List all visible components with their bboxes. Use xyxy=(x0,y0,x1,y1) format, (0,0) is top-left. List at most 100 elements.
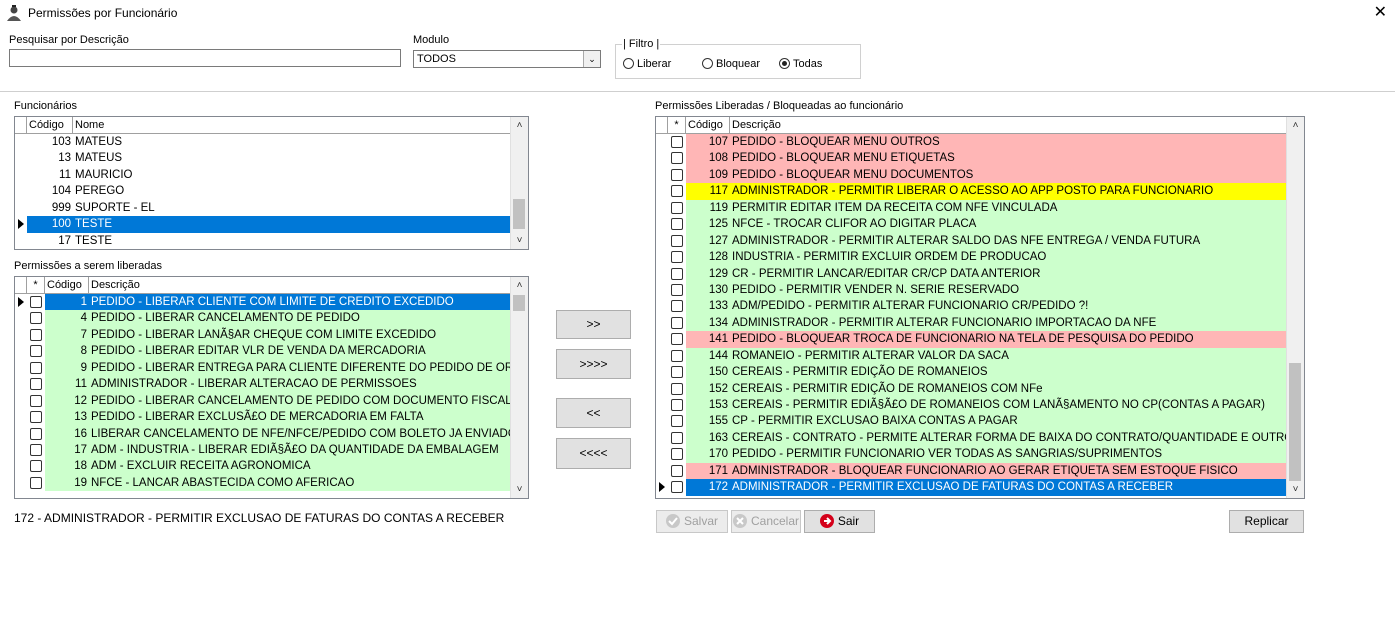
checkbox-cell[interactable] xyxy=(27,310,45,326)
checkbox-cell[interactable] xyxy=(27,294,45,310)
row-checkbox[interactable] xyxy=(30,296,42,308)
checkbox-cell[interactable] xyxy=(668,249,686,265)
table-row[interactable]: 172 ADMINISTRADOR - PERMITIR EXCLUSAO DE … xyxy=(656,479,1287,496)
checkbox-cell[interactable] xyxy=(668,364,686,380)
table-row[interactable]: 129 CR - PERMITIR LANCAR/EDITAR CR/CP DAT… xyxy=(656,265,1287,282)
row-checkbox[interactable] xyxy=(30,312,42,325)
checkbox-cell[interactable] xyxy=(668,413,686,429)
checkbox-cell[interactable] xyxy=(668,266,686,282)
save-button[interactable]: Salvar xyxy=(656,510,728,533)
table-row[interactable]: 17 ADM - INDUSTRIA - LIBERAR EDIÃ§Ã£O DA … xyxy=(15,441,511,459)
search-input[interactable] xyxy=(9,49,401,67)
row-checkbox[interactable] xyxy=(671,267,683,280)
table-row[interactable]: 170 PEDIDO - PERMITIR FUNCIONARIO VER TOD… xyxy=(656,446,1287,463)
close-icon[interactable]: ✕ xyxy=(1374,2,1387,22)
table-row[interactable]: 19 NFCE - LANCAR ABASTECIDA COMO AFERICAO xyxy=(15,474,511,492)
table-row[interactable]: 128 INDUSTRIA - PERMITIR EXCLUIR ORDEM DE… xyxy=(656,249,1287,266)
row-checkbox[interactable] xyxy=(30,394,42,407)
scroll-thumb[interactable] xyxy=(1289,363,1301,481)
radio-bloquear[interactable]: Bloquear xyxy=(702,58,760,70)
row-checkbox[interactable] xyxy=(30,378,42,391)
row-checkbox[interactable] xyxy=(30,443,42,456)
table-row[interactable]: 12 PEDIDO - LIBERAR CANCELAMENTO DE PEDID… xyxy=(15,392,511,410)
checkbox-cell[interactable] xyxy=(668,134,686,150)
column-header-name[interactable]: Nome xyxy=(73,117,511,133)
row-checkbox[interactable] xyxy=(671,382,683,395)
column-header-code[interactable]: Código xyxy=(686,117,730,133)
checkbox-cell[interactable] xyxy=(668,463,686,479)
row-checkbox[interactable] xyxy=(30,345,42,358)
radio-todas[interactable]: Todas xyxy=(779,58,822,70)
row-checkbox[interactable] xyxy=(671,464,683,477)
table-row[interactable]: 108 PEDIDO - BLOQUEAR MENU ETIQUETAS xyxy=(656,150,1287,167)
replicate-button[interactable]: Replicar xyxy=(1229,510,1304,533)
add-selected-button[interactable]: >> xyxy=(556,310,631,339)
remove-all-button[interactable]: <<<< xyxy=(556,438,631,469)
table-row[interactable]: 103 MATEUS xyxy=(15,134,511,150)
scroll-thumb[interactable] xyxy=(513,199,525,229)
checkbox-cell[interactable] xyxy=(668,479,686,495)
row-checkbox[interactable] xyxy=(671,300,683,313)
table-row[interactable]: 16 LIBERAR CANCELAMENTO DE NFE/NFCE/PEDID… xyxy=(15,425,511,442)
row-checkbox[interactable] xyxy=(671,234,683,247)
table-row[interactable]: 18 ADM - EXCLUIR RECEITA AGRONOMICA xyxy=(15,458,511,475)
scroll-down-icon[interactable]: ˅ xyxy=(1287,481,1304,498)
scroll-down-icon[interactable]: ˅ xyxy=(511,481,528,498)
checkbox-cell[interactable] xyxy=(27,376,45,392)
module-select[interactable]: TODOS ⌄ xyxy=(413,50,601,68)
table-row[interactable]: 171 ADMINISTRADOR - BLOQUEAR FUNCIONARIO … xyxy=(656,462,1287,480)
checkbox-cell[interactable] xyxy=(668,397,686,413)
table-row[interactable]: 13 MATEUS xyxy=(15,150,511,166)
checkbox-cell[interactable] xyxy=(27,360,45,376)
checkbox-cell[interactable] xyxy=(668,200,686,216)
row-checkbox[interactable] xyxy=(671,349,683,362)
checkbox-cell[interactable] xyxy=(27,442,45,458)
table-row[interactable]: 152 CEREAIS - PERMITIR EDIÇÃO DE ROMANEIO… xyxy=(656,380,1287,397)
row-checkbox[interactable] xyxy=(671,481,683,494)
checkbox-cell[interactable] xyxy=(27,426,45,442)
table-row[interactable]: 100 TESTE xyxy=(15,216,511,233)
row-checkbox[interactable] xyxy=(671,333,683,346)
employees-grid[interactable]: Código Nome 103 MATEUS 13 MATEUS 11 MAURICIO 1… xyxy=(14,116,529,250)
table-row[interactable]: 107 PEDIDO - BLOQUEAR MENU OUTROS xyxy=(656,134,1287,151)
table-row[interactable]: 9 PEDIDO - LIBERAR ENTREGA PARA CLIENTE D… xyxy=(15,359,511,377)
row-checkbox[interactable] xyxy=(671,168,683,181)
radio-liberar[interactable]: Liberar xyxy=(623,58,671,70)
column-header-check[interactable]: * xyxy=(27,277,45,293)
table-row[interactable]: 125 NFCE - TROCAR CLIFOR AO DIGITAR PLACA xyxy=(656,216,1287,233)
table-row[interactable]: 999 SUPORTE - EL xyxy=(15,200,511,216)
column-header-code[interactable]: Código xyxy=(27,117,73,133)
checkbox-cell[interactable] xyxy=(668,216,686,232)
checkbox-cell[interactable] xyxy=(27,458,45,474)
table-row[interactable]: 109 PEDIDO - BLOQUEAR MENU DOCUMENTOS xyxy=(656,166,1287,184)
checkbox-cell[interactable] xyxy=(668,150,686,166)
released-scrollbar[interactable]: ˄ ˅ xyxy=(1286,117,1304,498)
table-row[interactable]: 150 CEREAIS - PERMITIR EDIÇÃO DE ROMANEIO… xyxy=(656,364,1287,381)
table-row[interactable]: 134 ADMINISTRADOR - PERMITIR ALTERAR FUNC… xyxy=(656,314,1287,332)
table-row[interactable]: 117 ADMINISTRADOR - PERMITIR LIBERAR O AC… xyxy=(656,183,1287,200)
table-row[interactable]: 144 ROMANEIO - PERMITIR ALTERAR VALOR DA … xyxy=(656,347,1287,365)
row-checkbox[interactable] xyxy=(30,411,42,424)
checkbox-cell[interactable] xyxy=(27,343,45,359)
row-checkbox[interactable] xyxy=(30,460,42,473)
checkbox-cell[interactable] xyxy=(668,381,686,397)
row-checkbox[interactable] xyxy=(671,136,683,148)
column-header-code[interactable]: Código xyxy=(45,277,89,293)
table-row[interactable]: 13 PEDIDO - LIBERAR EXCLUSÃ£O DE MERCADOR… xyxy=(15,409,511,426)
row-checkbox[interactable] xyxy=(30,476,42,489)
checkbox-cell[interactable] xyxy=(668,315,686,331)
scroll-up-icon[interactable]: ˄ xyxy=(511,117,528,134)
checkbox-cell[interactable] xyxy=(668,282,686,298)
column-header-desc[interactable]: Descrição xyxy=(730,117,1287,133)
checkbox-cell[interactable] xyxy=(668,183,686,199)
to-release-grid[interactable]: * Código Descrição 1 PEDIDO - LIBERAR CLI… xyxy=(14,276,529,499)
row-checkbox[interactable] xyxy=(671,431,683,444)
row-checkbox[interactable] xyxy=(671,201,683,214)
table-row[interactable]: 17 TESTE xyxy=(15,233,511,249)
table-row[interactable]: 11 ADMINISTRADOR - LIBERAR ALTERACAO DE P… xyxy=(15,376,511,393)
table-row[interactable]: 155 CP - PERMITIR EXCLUSAO BAIXA CONTAS A… xyxy=(656,413,1287,430)
remove-selected-button[interactable]: << xyxy=(556,398,631,428)
checkbox-cell[interactable] xyxy=(27,327,45,343)
table-row[interactable]: 4 PEDIDO - LIBERAR CANCELAMENTO DE PEDIDO xyxy=(15,310,511,327)
table-row[interactable]: 133 ADM/PEDIDO - PERMITIR ALTERAR FUNCION… xyxy=(656,298,1287,315)
